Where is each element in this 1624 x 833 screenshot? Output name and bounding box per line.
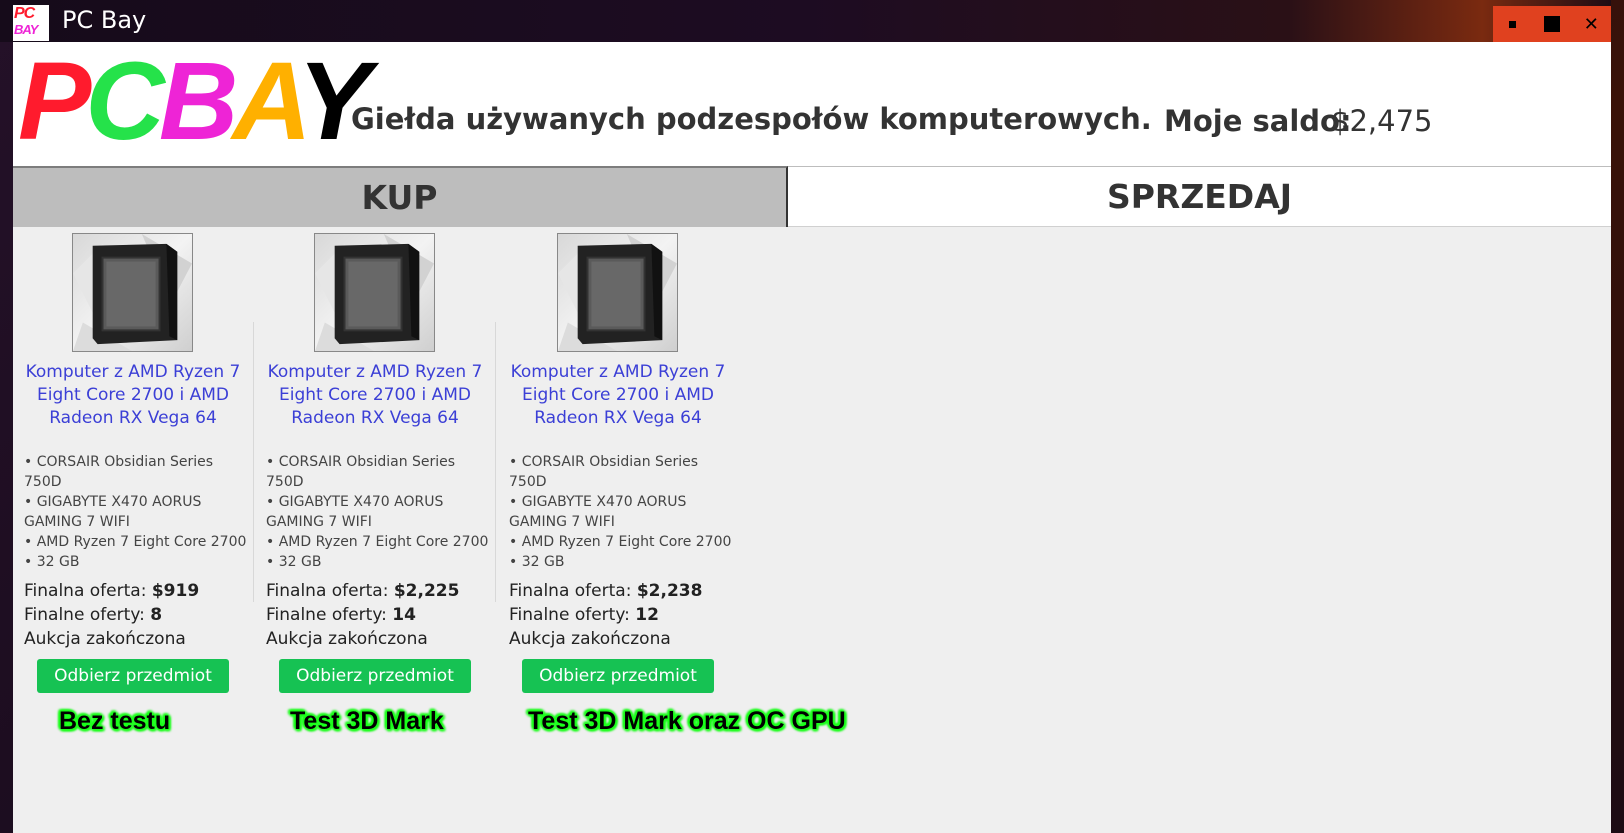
header: PCBAY Giełda używanych podzespołów kompu…: [13, 42, 1611, 166]
spec-item: • CORSAIR Obsidian Series 750D: [24, 454, 214, 490]
listings-grid: Komputer z AMD Ryzen 7 Eight Core 2700 i…: [13, 227, 1611, 833]
app-icon-top-text: PC: [14, 5, 35, 22]
close-icon: ✕: [1583, 13, 1599, 35]
listing-specs: • CORSAIR Obsidian Series 750D • GIGABYTE…: [24, 452, 250, 572]
tab-bar: KUP SPRZEDAJ: [13, 166, 1611, 227]
app-icon-bottom-text: BAY: [14, 22, 38, 37]
final-offer: Finalna oferta: $2,238: [509, 579, 702, 603]
logo-letter: C: [85, 40, 164, 163]
close-button[interactable]: ✕: [1576, 9, 1606, 39]
logo-letter: A: [232, 40, 303, 163]
test-overlay-label: Test 3D Mark: [290, 707, 444, 735]
spec-item: • GIGABYTE X470 AORUS GAMING 7 WIFI: [24, 494, 202, 530]
logo-letter: B: [158, 40, 238, 163]
logo-letter: P: [18, 40, 91, 163]
spec-item: • 32 GB: [24, 554, 80, 570]
spec-item: • GIGABYTE X470 AORUS GAMING 7 WIFI: [266, 494, 444, 530]
test-overlay-label: Test 3D Mark oraz OC GPU: [528, 707, 846, 735]
final-offer-label: Finalna oferta:: [24, 581, 147, 601]
minimize-icon: [1509, 20, 1517, 28]
maximize-button[interactable]: [1537, 9, 1567, 39]
claim-item-button[interactable]: Odbierz przedmiot: [37, 659, 229, 693]
spec-item: • GIGABYTE X470 AORUS GAMING 7 WIFI: [509, 494, 687, 530]
final-offers-label: Finalne oferty:: [266, 605, 387, 625]
window-controls: ✕: [1493, 6, 1611, 42]
final-offers-label: Finalne oferty:: [24, 605, 145, 625]
spec-item: • CORSAIR Obsidian Series 750D: [266, 454, 456, 490]
final-offer-value: $919: [151, 581, 200, 601]
listing-thumbnail[interactable]: [557, 233, 678, 352]
window-title: PC Bay: [62, 6, 147, 34]
spec-item: • 32 GB: [266, 554, 322, 570]
balance-label: Moje saldo:: [1164, 104, 1352, 138]
pc-case-image: [73, 234, 192, 351]
final-offer: Finalna oferta: $919: [24, 579, 199, 603]
final-offer-value: $2,225: [393, 581, 460, 601]
test-overlay-label: Bez testu: [59, 707, 171, 735]
final-offer-value: $2,238: [636, 581, 703, 601]
spec-item: • AMD Ryzen 7 Eight Core 2700: [266, 534, 489, 550]
final-offers-count: Finalne oferty: 14: [266, 603, 416, 627]
spec-item: • CORSAIR Obsidian Series 750D: [509, 454, 699, 490]
pc-case-image: [315, 234, 434, 351]
final-offers-count: Finalne oferty: 12: [509, 603, 659, 627]
final-offers-count: Finalne oferty: 8: [24, 603, 162, 627]
title-bar[interactable]: PC BAY PC Bay ✕: [0, 0, 1611, 42]
spec-item: • AMD Ryzen 7 Eight Core 2700: [509, 534, 732, 550]
final-offer: Finalna oferta: $2,225: [266, 579, 459, 603]
listing-specs: • CORSAIR Obsidian Series 750D • GIGABYTE…: [509, 452, 735, 572]
final-offers-value: 14: [392, 605, 416, 625]
listing-card: Komputer z AMD Ryzen 7 Eight Core 2700 i…: [498, 227, 740, 777]
claim-item-button[interactable]: Odbierz przedmiot: [279, 659, 471, 693]
tagline: Giełda używanych podzespołów komputerowy…: [351, 102, 1152, 136]
listing-thumbnail[interactable]: [72, 233, 193, 352]
tab-buy[interactable]: KUP: [13, 166, 788, 227]
spec-item: • 32 GB: [509, 554, 565, 570]
final-offers-value: 8: [150, 605, 163, 625]
claim-item-button[interactable]: Odbierz przedmiot: [522, 659, 714, 693]
app-content: PCBAY Giełda używanych podzespołów kompu…: [13, 42, 1611, 833]
final-offer-label: Finalna oferta:: [509, 581, 632, 601]
tab-sell[interactable]: SPRZEDAJ: [788, 166, 1611, 227]
listing-title-link[interactable]: Komputer z AMD Ryzen 7 Eight Core 2700 i…: [263, 361, 487, 430]
listing-card: Komputer z AMD Ryzen 7 Eight Core 2700 i…: [255, 227, 497, 777]
pcbay-logo: PCBAY: [18, 40, 371, 163]
app-logo-icon: PC BAY: [13, 5, 49, 41]
listing-title-link[interactable]: Komputer z AMD Ryzen 7 Eight Core 2700 i…: [506, 361, 730, 430]
auction-status: Aukcja zakończona: [509, 629, 671, 649]
maximize-icon: [1543, 16, 1560, 32]
final-offer-label: Finalna oferta:: [266, 581, 389, 601]
auction-status: Aukcja zakończona: [266, 629, 428, 649]
spec-item: • AMD Ryzen 7 Eight Core 2700: [24, 534, 247, 550]
auction-status: Aukcja zakończona: [24, 629, 186, 649]
final-offers-value: 12: [635, 605, 659, 625]
minimize-button[interactable]: [1498, 9, 1528, 39]
balance-value: $2,475: [1331, 104, 1433, 138]
listing-thumbnail[interactable]: [314, 233, 435, 352]
listing-card: Komputer z AMD Ryzen 7 Eight Core 2700 i…: [13, 227, 255, 777]
listing-title-link[interactable]: Komputer z AMD Ryzen 7 Eight Core 2700 i…: [21, 361, 245, 430]
listing-specs: • CORSAIR Obsidian Series 750D • GIGABYTE…: [266, 452, 492, 572]
card-divider: [253, 322, 254, 602]
final-offers-label: Finalne oferty:: [509, 605, 630, 625]
card-divider: [495, 322, 496, 602]
pc-case-image: [558, 234, 677, 351]
